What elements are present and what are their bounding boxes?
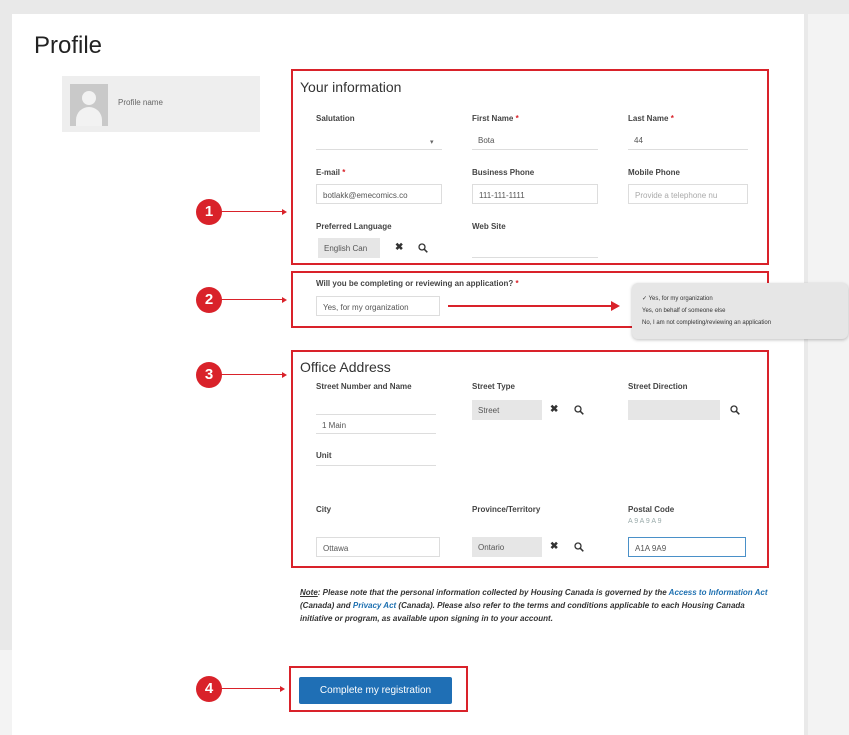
callout-2-arrow-head	[282, 297, 287, 303]
postal-code-input[interactable]: A1A 9A9	[628, 537, 746, 557]
complete-registration-button[interactable]: Complete my registration	[299, 677, 452, 704]
clear-language-icon[interactable]: ✖	[395, 242, 403, 253]
mobile-phone-label: Mobile Phone	[628, 168, 680, 177]
dropdown-option[interactable]: ✓ Yes, for my organization	[642, 293, 840, 305]
chevron-down-icon[interactable]: ▾	[430, 138, 434, 146]
email-input[interactable]: botlakk@emecomics.co	[316, 184, 442, 204]
first-name-input[interactable]: Bota	[472, 130, 598, 150]
first-name-label: First Name *	[472, 114, 519, 123]
street-number-name-input[interactable]: 1 Main	[316, 414, 436, 434]
callout-arrow-line	[448, 305, 612, 307]
search-province-icon[interactable]	[574, 542, 584, 552]
city-label: City	[316, 505, 332, 514]
callout-number-4: 4	[196, 676, 222, 702]
callout-number-1: 1	[196, 199, 222, 225]
callout-1-arrow-head	[282, 209, 287, 215]
callout-box-your-information	[291, 69, 769, 265]
user-avatar-icon	[70, 84, 108, 126]
privacy-act-link[interactable]: Privacy Act	[353, 601, 396, 610]
postal-code-label: Postal Code	[628, 505, 675, 514]
business-phone-input[interactable]: 111-111-1111	[472, 184, 598, 204]
application-options-dropdown: ✓ Yes, for my organization Yes, on behal…	[632, 283, 848, 339]
search-language-icon[interactable]	[418, 243, 428, 253]
search-street-type-icon[interactable]	[574, 405, 584, 415]
last-name-label: Last Name *	[628, 114, 674, 123]
callout-3-arrow-line	[220, 374, 282, 375]
salutation-select[interactable]	[316, 130, 442, 150]
clear-street-type-icon[interactable]: ✖	[550, 404, 558, 415]
section-title-your-information: Your information	[300, 79, 402, 95]
application-question-select[interactable]: Yes, for my organization	[316, 296, 440, 316]
street-type-label: Street Type	[472, 382, 515, 391]
right-panel-edge	[808, 14, 849, 735]
callout-1-arrow-line	[220, 211, 282, 212]
note-text: : Please note that the personal informat…	[317, 588, 669, 597]
callout-4-arrow-head	[280, 686, 285, 692]
access-to-information-act-link[interactable]: Access to Information Act	[669, 588, 768, 597]
web-site-label: Web Site	[472, 222, 506, 231]
city-input[interactable]: Ottawa	[316, 537, 440, 557]
note-text: (Canada) and	[300, 601, 353, 610]
unit-input[interactable]	[316, 446, 436, 466]
clear-province-icon[interactable]: ✖	[550, 541, 558, 552]
callout-number-3: 3	[196, 362, 222, 388]
postal-code-hint: A 9 A 9 A 9	[628, 518, 662, 525]
dropdown-option[interactable]: No, I am not completing/reviewing an app…	[642, 317, 840, 329]
callout-4-arrow-line	[220, 688, 280, 689]
note-prefix: Note	[300, 588, 318, 597]
email-label: E-mail *	[316, 168, 346, 177]
street-direction-lookup[interactable]	[628, 400, 720, 420]
page-title: Profile	[34, 32, 103, 59]
province-lookup[interactable]: Ontario	[472, 537, 542, 557]
privacy-note: Note: Please note that the personal info…	[300, 586, 768, 625]
application-question-label: Will you be completing or reviewing an a…	[316, 279, 519, 288]
profile-name: Profile name	[118, 98, 163, 107]
section-title-office-address: Office Address	[300, 359, 391, 375]
search-street-direction-icon[interactable]	[730, 405, 740, 415]
province-label: Province/Territory	[472, 505, 541, 514]
preferred-language-lookup[interactable]: English Can	[318, 238, 380, 258]
salutation-label: Salutation	[316, 114, 355, 123]
preferred-language-label: Preferred Language	[316, 222, 392, 231]
callout-arrow-head	[611, 301, 620, 311]
callout-2-arrow-line	[220, 299, 282, 300]
street-direction-label: Street Direction	[628, 382, 688, 391]
street-type-lookup[interactable]: Street	[472, 400, 542, 420]
callout-3-arrow-head	[282, 372, 287, 378]
street-number-name-label: Street Number and Name	[316, 382, 412, 391]
mobile-phone-input[interactable]: Provide a telephone nu	[628, 184, 748, 204]
web-site-input[interactable]	[472, 238, 598, 258]
last-name-input[interactable]: 44	[628, 130, 748, 150]
callout-number-2: 2	[196, 287, 222, 313]
business-phone-label: Business Phone	[472, 168, 535, 177]
dropdown-option[interactable]: Yes, on behalf of someone else	[642, 305, 840, 317]
left-panel-edge	[0, 650, 12, 735]
